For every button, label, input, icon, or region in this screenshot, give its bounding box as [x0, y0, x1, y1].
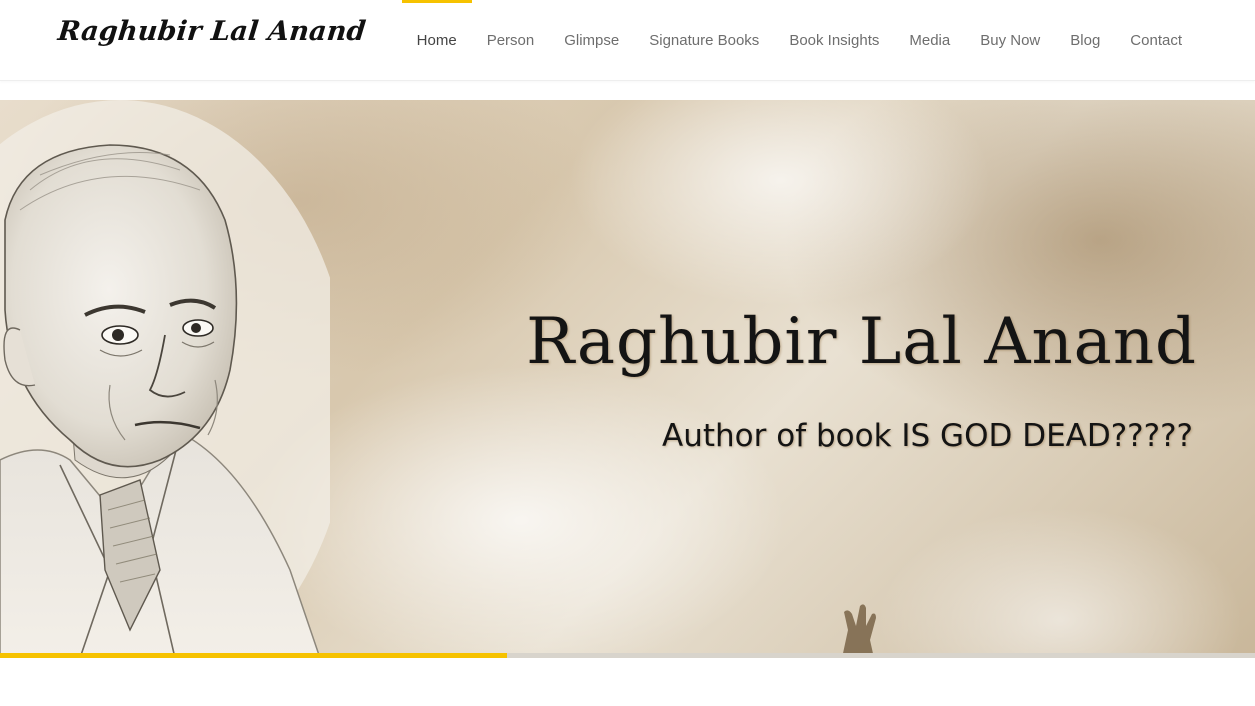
main-nav: Home Person Glimpse Signature Books Book… — [401, 0, 1197, 80]
nav-item-glimpse[interactable]: Glimpse — [549, 0, 634, 80]
nav-item-blog[interactable]: Blog — [1055, 0, 1115, 80]
raised-hand-image — [842, 604, 876, 658]
site-header: Raghubir Lal Anand Home Person Glimpse S… — [0, 0, 1255, 81]
slider-progress-bar — [0, 653, 1255, 658]
author-portrait-image — [0, 100, 330, 658]
hero-slider[interactable]: Raghubir Lal Anand Author of book IS GOD… — [0, 100, 1255, 658]
site-logo[interactable]: Raghubir Lal Anand — [56, 16, 367, 47]
nav-item-signature-books[interactable]: Signature Books — [634, 0, 774, 80]
hero-subtitle: Author of book IS GOD DEAD????? — [662, 418, 1193, 454]
nav-item-contact[interactable]: Contact — [1115, 0, 1197, 80]
slider-progress-fill — [0, 653, 508, 658]
nav-item-buy-now[interactable]: Buy Now — [965, 0, 1055, 80]
nav-item-book-insights[interactable]: Book Insights — [774, 0, 894, 80]
nav-item-person[interactable]: Person — [472, 0, 550, 80]
hero-title: Raghubir Lal Anand — [526, 305, 1197, 379]
nav-item-media[interactable]: Media — [894, 0, 965, 80]
nav-item-home[interactable]: Home — [401, 0, 472, 80]
